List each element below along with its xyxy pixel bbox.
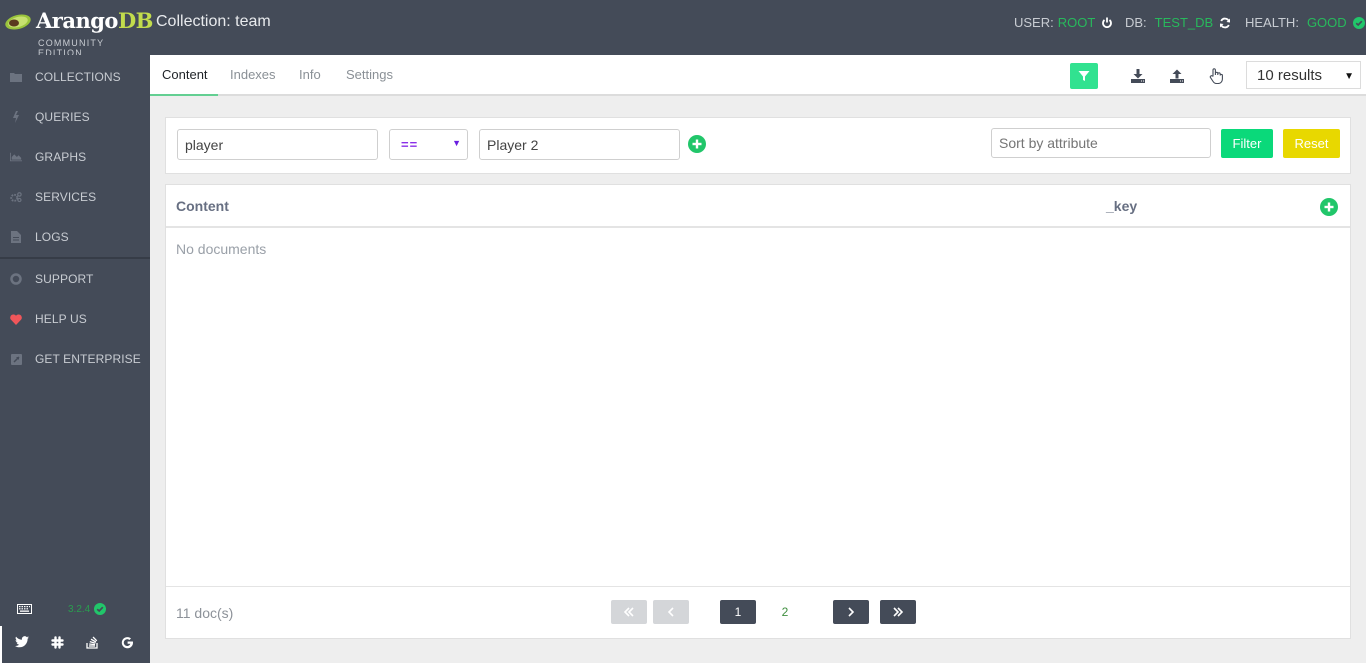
filter-operator-select[interactable]: == ▼	[389, 129, 468, 160]
caret-down-icon: ▼	[1344, 71, 1354, 82]
top-header: ArangoDB COMMUNITY EDITION Collection: t…	[0, 0, 1366, 58]
filter-attribute-input[interactable]	[177, 129, 378, 160]
sidebar-item-queries[interactable]: QUERIES	[0, 97, 150, 137]
logo-wordmark: ArangoDB	[36, 8, 153, 33]
filter-operator-value: ==	[401, 137, 419, 152]
sidebar-footer: 3.2.4	[0, 590, 150, 663]
documents-table: Content _key No documents 11 doc(s) 1 2	[165, 184, 1351, 639]
slack-icon[interactable]	[48, 633, 66, 651]
add-filter-button[interactable]	[688, 135, 706, 153]
chevron-right-icon	[848, 607, 855, 617]
download-icon	[1131, 69, 1145, 83]
tab-content[interactable]: Content	[162, 67, 208, 82]
health-value: GOOD	[1306, 15, 1347, 30]
filter-panel: == ▼ Filter Reset	[165, 117, 1351, 174]
reset-button[interactable]: Reset	[1283, 129, 1340, 158]
results-per-page-select[interactable]: 10 results ▼	[1246, 61, 1361, 89]
sidebar-item-label: LOGS	[35, 230, 69, 244]
sidebar-item-label: GET ENTERPRISE	[35, 352, 141, 366]
check-circle-icon	[1352, 16, 1365, 29]
user-status: USER: ROOT	[1014, 15, 1113, 30]
stackoverflow-icon[interactable]	[83, 633, 101, 651]
upload-button[interactable]	[1163, 63, 1191, 89]
document-count: 11 doc(s)	[176, 605, 234, 621]
sidebar-item-logs[interactable]: LOGS	[0, 217, 150, 257]
life-ring-icon	[10, 273, 22, 285]
filter-value-input[interactable]	[479, 129, 680, 160]
chevron-left-icon	[667, 607, 674, 617]
results-per-page-value: 10 results	[1257, 67, 1323, 84]
last-page-button[interactable]	[880, 600, 916, 624]
sidebar-item-label: QUERIES	[35, 110, 90, 124]
db-status: DB: TEST_DB	[1125, 15, 1231, 30]
table-footer: 11 doc(s) 1 2	[166, 586, 1350, 639]
column-header-key: _key	[1106, 198, 1138, 214]
filter-icon	[1078, 71, 1090, 81]
sidebar-item-label: SUPPORT	[35, 272, 94, 286]
arangodb-logo[interactable]: ArangoDB COMMUNITY EDITION	[4, 8, 153, 58]
sidebar-item-services[interactable]: SERVICES	[0, 177, 150, 217]
health-status: HEALTH: GOOD	[1245, 15, 1365, 30]
folder-icon	[10, 71, 22, 83]
sidebar-item-collections[interactable]: COLLECTIONS	[0, 57, 150, 97]
download-button[interactable]	[1124, 63, 1152, 89]
sidebar-item-graphs[interactable]: GRAPHS	[0, 137, 150, 177]
sidebar: COLLECTIONS QUERIES GRAPHS SERVICES LOGS…	[0, 55, 150, 663]
sidebar-footer-accent	[0, 626, 2, 663]
double-chevron-left-icon	[623, 607, 634, 617]
page-1-button[interactable]: 1	[720, 600, 756, 624]
upload-icon	[1170, 69, 1184, 83]
page-2-current[interactable]: 2	[772, 600, 798, 624]
toggle-filter-button[interactable]	[1070, 63, 1098, 89]
cogs-icon	[10, 191, 22, 203]
user-value: ROOT	[1057, 15, 1096, 30]
sidebar-item-label: SERVICES	[35, 190, 97, 204]
plus-icon	[1324, 202, 1334, 212]
page-title: Collection: team	[156, 13, 271, 30]
sidebar-item-label: HELP US	[35, 312, 87, 326]
health-label: HEALTH:	[1245, 15, 1299, 30]
external-link-icon	[10, 353, 22, 365]
sidebar-item-help-us[interactable]: HELP US	[0, 299, 150, 339]
column-header-content: Content	[176, 198, 229, 214]
area-chart-icon	[10, 151, 22, 163]
power-icon[interactable]	[1101, 17, 1113, 29]
check-circle-icon	[94, 603, 107, 615]
sort-attribute-input[interactable]	[991, 128, 1211, 158]
tab-settings[interactable]: Settings	[346, 67, 393, 82]
sidebar-item-support[interactable]: SUPPORT	[0, 259, 150, 299]
user-label: USER:	[1014, 15, 1054, 30]
empty-state-message: No documents	[176, 241, 267, 257]
caret-down-icon: ▼	[452, 138, 461, 148]
tab-info[interactable]: Info	[299, 67, 321, 82]
tab-indexes[interactable]: Indexes	[230, 67, 276, 82]
previous-page-button[interactable]	[653, 600, 689, 624]
google-icon[interactable]	[118, 633, 136, 651]
heart-icon	[10, 313, 22, 325]
plus-icon	[692, 139, 702, 149]
hand-pointer-icon	[1209, 68, 1223, 84]
first-page-button[interactable]	[611, 600, 647, 624]
twitter-icon[interactable]	[13, 633, 31, 651]
filter-button[interactable]: Filter	[1221, 129, 1273, 158]
active-tab-indicator	[150, 94, 218, 96]
next-page-button[interactable]	[833, 600, 869, 624]
sidebar-item-get-enterprise[interactable]: GET ENTERPRISE	[0, 339, 150, 379]
collection-subnav: Content Indexes Info Settings 10 results…	[150, 55, 1366, 96]
db-label: DB:	[1125, 15, 1147, 30]
sidebar-item-label: COLLECTIONS	[35, 70, 121, 84]
bolt-icon	[10, 111, 22, 123]
avocado-logo-icon	[5, 14, 31, 30]
sidebar-item-label: GRAPHS	[35, 150, 87, 164]
keyboard-icon[interactable]	[17, 604, 32, 614]
refresh-icon[interactable]	[1219, 17, 1231, 29]
version-text: 3.2.4	[68, 603, 91, 615]
version-indicator: 3.2.4	[68, 603, 107, 615]
file-text-icon	[10, 231, 22, 243]
select-documents-button[interactable]	[1202, 63, 1230, 89]
db-value: TEST_DB	[1154, 15, 1214, 30]
double-chevron-right-icon	[893, 607, 904, 617]
add-document-button[interactable]	[1320, 198, 1338, 216]
table-header: Content _key	[166, 185, 1350, 228]
